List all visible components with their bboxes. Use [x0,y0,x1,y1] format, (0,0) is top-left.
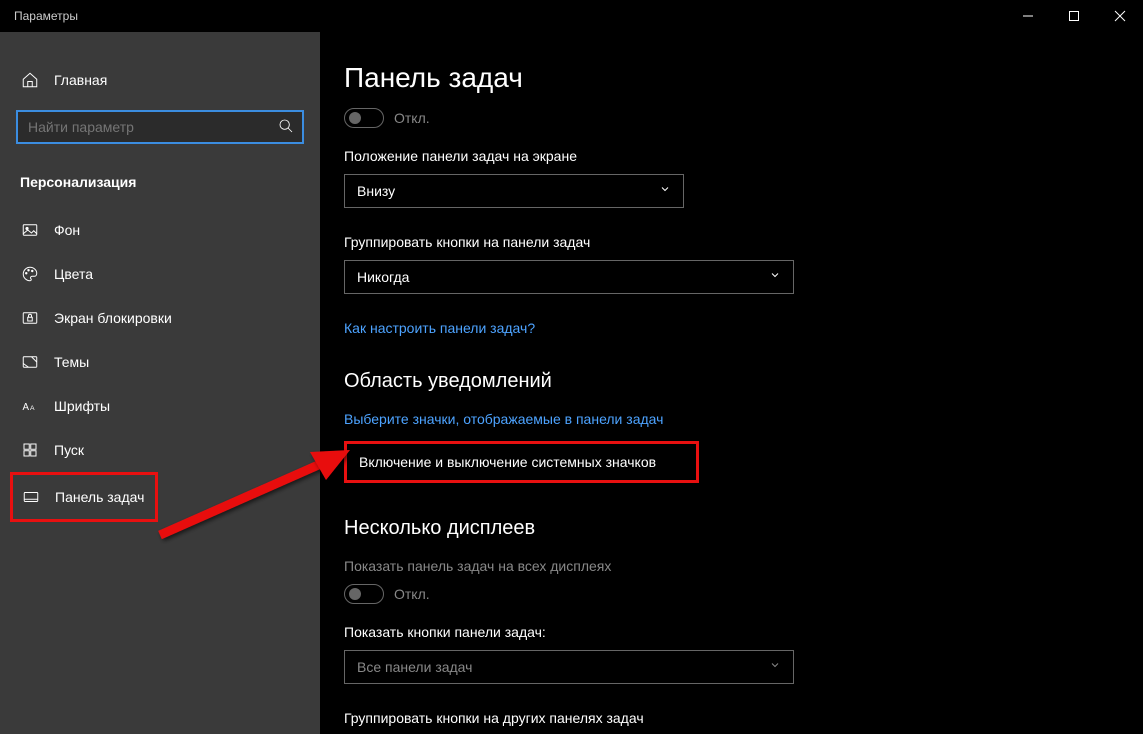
sidebar-item-lockscreen[interactable]: Экран блокировки [16,296,304,340]
toggle-row-2: Откл. [344,584,1103,604]
fonts-icon: AA [20,396,40,416]
window-controls [1005,0,1143,32]
page-title: Панель задач [344,62,1103,94]
chevron-down-icon [769,658,781,676]
group-label: Группировать кнопки на панели задач [344,234,1103,250]
sidebar-item-label: Экран блокировки [54,310,172,326]
window-title: Параметры [0,9,78,23]
position-value: Внизу [357,183,395,199]
start-icon [20,440,40,460]
home-nav[interactable]: Главная [16,62,304,98]
home-icon [20,70,40,90]
maximize-button[interactable] [1051,0,1097,32]
configure-link[interactable]: Как настроить панели задач? [344,320,1103,336]
content-panel: Панель задач Откл. Положение панели зада… [320,32,1143,734]
toggle-2-label: Откл. [394,586,430,602]
themes-icon [20,352,40,372]
sidebar-item-label: Фон [54,222,80,238]
sidebar-item-fonts[interactable]: AA Шрифты [16,384,304,428]
sidebar-item-taskbar[interactable]: Панель задач [10,472,158,522]
show-buttons-value: Все панели задач [357,659,472,675]
group-value: Никогда [357,269,409,285]
sidebar: Главная Персонализация Фон Цвета [0,32,320,734]
sidebar-item-colors[interactable]: Цвета [16,252,304,296]
minimize-button[interactable] [1005,0,1051,32]
toggle-2[interactable] [344,584,384,604]
toggle-1-label: Откл. [394,110,430,126]
picture-icon [20,220,40,240]
lockscreen-icon [20,308,40,328]
group-dropdown[interactable]: Никогда [344,260,794,294]
sidebar-nav-list: Фон Цвета Экран блокировки Темы AA Шрифт… [16,208,304,522]
chevron-down-icon [769,268,781,286]
sidebar-section-title: Персонализация [16,168,304,208]
group-other-label: Группировать кнопки на других панелях за… [344,710,1103,726]
sidebar-item-label: Темы [54,354,89,370]
show-buttons-dropdown[interactable]: Все панели задач [344,650,794,684]
position-label: Положение панели задач на экране [344,148,1103,164]
sidebar-item-label: Цвета [54,266,93,282]
select-icons-link[interactable]: Выберите значки, отображаемые в панели з… [344,411,1103,427]
sidebar-item-label: Шрифты [54,398,110,414]
search-box [16,110,304,144]
palette-icon [20,264,40,284]
close-button[interactable] [1097,0,1143,32]
sidebar-item-themes[interactable]: Темы [16,340,304,384]
sidebar-item-label: Пуск [54,442,84,458]
displays-heading: Несколько дисплеев [344,517,1103,540]
show-buttons-label: Показать кнопки панели задач: [344,624,1103,640]
toggle-1[interactable] [344,108,384,128]
svg-text:A: A [23,402,30,413]
titlebar: Параметры [0,0,1143,32]
home-label: Главная [54,72,107,88]
sidebar-item-background[interactable]: Фон [16,208,304,252]
toggle-row-1: Откл. [344,108,1103,128]
chevron-down-icon [659,182,671,200]
sidebar-item-start[interactable]: Пуск [16,428,304,472]
show-all-label: Показать панель задач на всех дисплеях [344,558,1103,574]
svg-text:A: A [30,405,35,412]
sidebar-item-label: Панель задач [55,489,144,505]
search-icon [278,118,294,139]
search-input[interactable] [16,110,304,144]
system-icons-link[interactable]: Включение и выключение системных значков [344,441,699,483]
position-dropdown[interactable]: Внизу [344,174,684,208]
notification-heading: Область уведомлений [344,370,1103,393]
taskbar-icon [21,487,41,507]
